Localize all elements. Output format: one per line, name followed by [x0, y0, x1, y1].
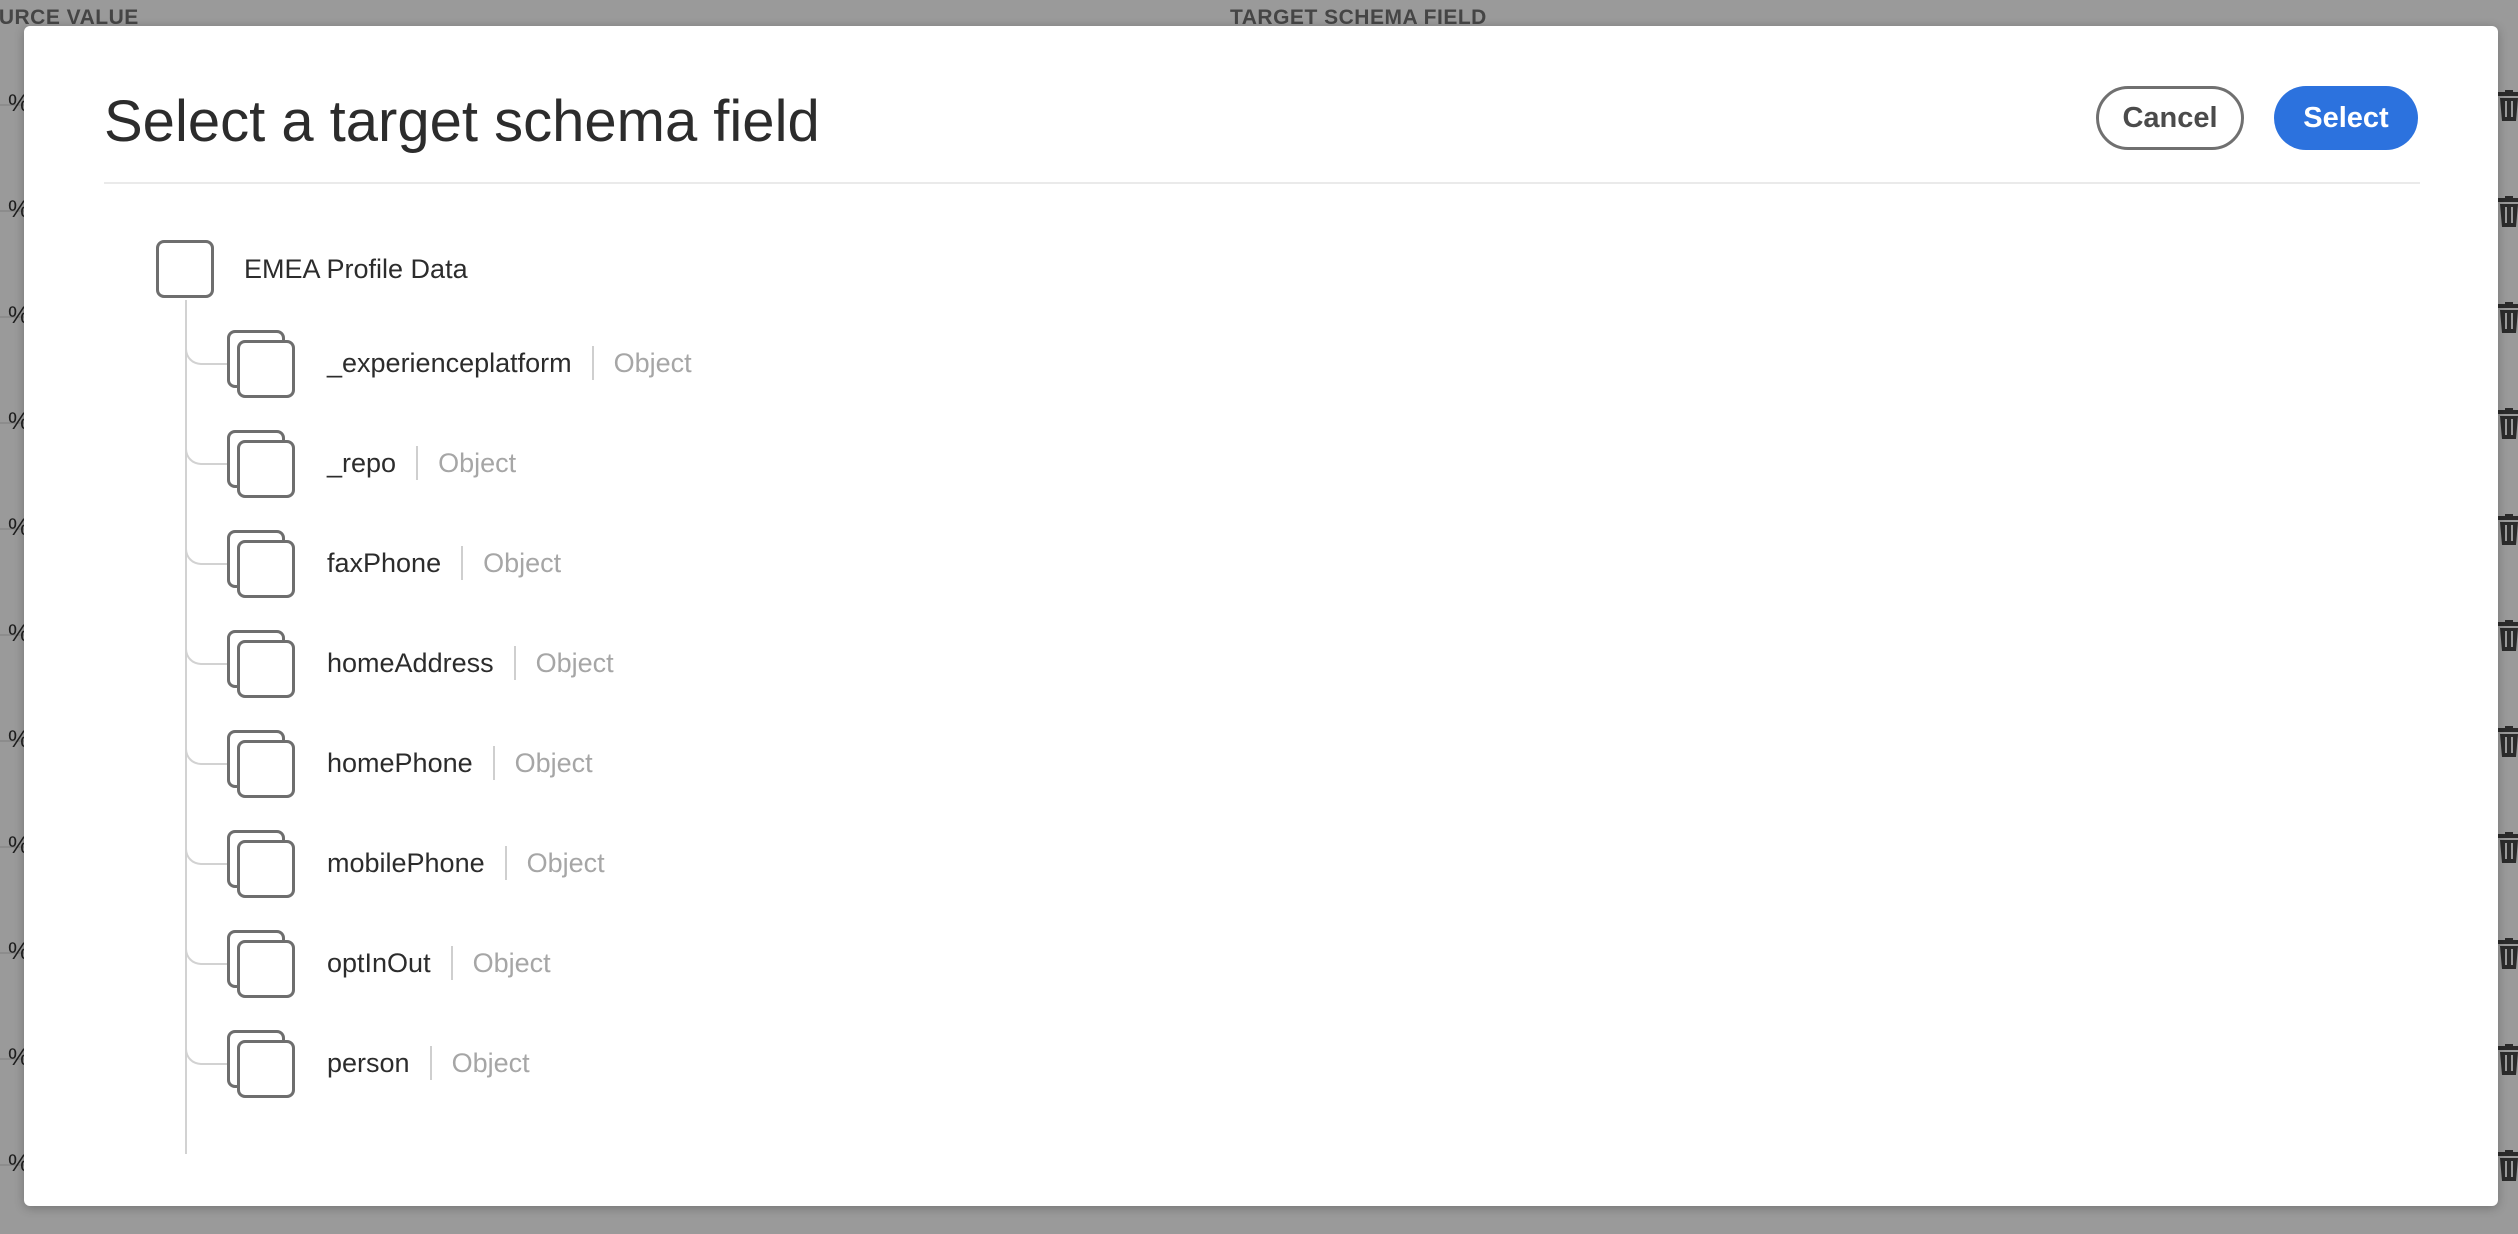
select-button[interactable]: Select	[2274, 86, 2418, 150]
source-row: %	[0, 212, 29, 329]
object-field-icon[interactable]	[227, 630, 297, 700]
object-field-icon[interactable]	[227, 930, 297, 1000]
trash-icon	[2498, 1044, 2518, 1075]
tree-node-mobilephone[interactable]: mobilePhone Object	[185, 830, 1085, 900]
field-name: _experienceplatform	[327, 347, 572, 378]
trash-icon	[2498, 196, 2518, 227]
trash-icon	[2498, 1150, 2518, 1181]
trash-icon	[2498, 514, 2518, 545]
field-type-separator	[416, 446, 419, 480]
trash-icon	[2498, 726, 2518, 757]
trash-icon	[2498, 620, 2518, 651]
source-row: %	[0, 424, 29, 541]
field-type-separator	[492, 746, 495, 780]
field-type: Object	[514, 747, 593, 778]
dialog-title: Select a target schema field	[104, 89, 820, 154]
object-field-icon[interactable]	[227, 530, 297, 600]
source-row: %	[0, 848, 29, 965]
field-type: Object	[438, 447, 517, 478]
field-type-separator	[591, 346, 594, 380]
field-name: homeAddress	[327, 647, 494, 678]
tree-node-faxphone[interactable]: faxPhone Object	[185, 530, 1085, 600]
tree-connector	[185, 430, 227, 465]
field-name: homePhone	[327, 747, 473, 778]
source-row: %	[0, 0, 29, 117]
field-type: Object	[451, 1047, 530, 1078]
object-field-icon[interactable]	[227, 430, 297, 500]
tree-node-repo[interactable]: _repo Object	[185, 430, 1085, 500]
tree-connector	[185, 830, 227, 865]
field-name: mobilePhone	[327, 847, 485, 878]
cancel-button[interactable]: Cancel	[2096, 86, 2244, 150]
field-type-separator	[429, 1046, 432, 1080]
object-field-icon[interactable]	[227, 330, 297, 400]
tree-connector	[185, 330, 227, 365]
source-row: %	[0, 954, 29, 1071]
schema-root-checkbox[interactable]	[156, 240, 214, 298]
trash-icon	[2498, 832, 2518, 863]
tree-guide-line	[185, 300, 187, 1154]
trash-icon	[2498, 408, 2518, 439]
tree-root-node[interactable]: EMEA Profile Data	[156, 240, 468, 298]
tree-connector	[185, 730, 227, 765]
source-row: %	[0, 530, 29, 647]
field-type: Object	[483, 547, 562, 578]
tree-connector	[185, 930, 227, 965]
tree-node-experienceplatform[interactable]: _experienceplatform Object	[185, 330, 1085, 400]
tree-node-homephone[interactable]: homePhone Object	[185, 730, 1085, 800]
object-field-icon[interactable]	[227, 730, 297, 800]
field-type: Object	[535, 647, 614, 678]
tree-root-label: EMEA Profile Data	[244, 253, 468, 284]
field-name: optInOut	[327, 947, 431, 978]
tree-node-person[interactable]: person Object	[185, 1030, 1085, 1100]
object-field-icon[interactable]	[227, 830, 297, 900]
field-type-separator	[504, 846, 507, 880]
field-type-separator	[450, 946, 453, 980]
trash-icon	[2498, 302, 2518, 333]
tree-node-optinout[interactable]: optInOut Object	[185, 930, 1085, 1000]
trash-icon	[2498, 938, 2518, 969]
source-row: %	[0, 318, 29, 435]
header-divider	[104, 182, 2420, 184]
source-row: %	[0, 106, 29, 223]
select-target-schema-field-dialog: Select a target schema field Cancel Sele…	[24, 26, 2498, 1206]
field-name: faxPhone	[327, 547, 442, 578]
field-type-separator	[461, 546, 464, 580]
field-type: Object	[613, 347, 692, 378]
source-row: %	[0, 1060, 29, 1177]
source-row: %	[0, 636, 29, 753]
object-field-icon[interactable]	[227, 1030, 297, 1100]
field-type: Object	[526, 847, 605, 878]
tree-connector	[185, 530, 227, 565]
source-value-column: % % % % % % % % % % %	[0, 0, 29, 1234]
tree-connector	[185, 630, 227, 665]
trash-icon	[2498, 90, 2518, 121]
source-row: %	[0, 742, 29, 859]
field-type: Object	[472, 947, 551, 978]
tree-node-homeaddress[interactable]: homeAddress Object	[185, 630, 1085, 700]
field-name: person	[327, 1047, 410, 1078]
field-type-separator	[513, 646, 516, 680]
tree-connector	[185, 1030, 227, 1065]
field-name: _repo	[327, 447, 397, 478]
